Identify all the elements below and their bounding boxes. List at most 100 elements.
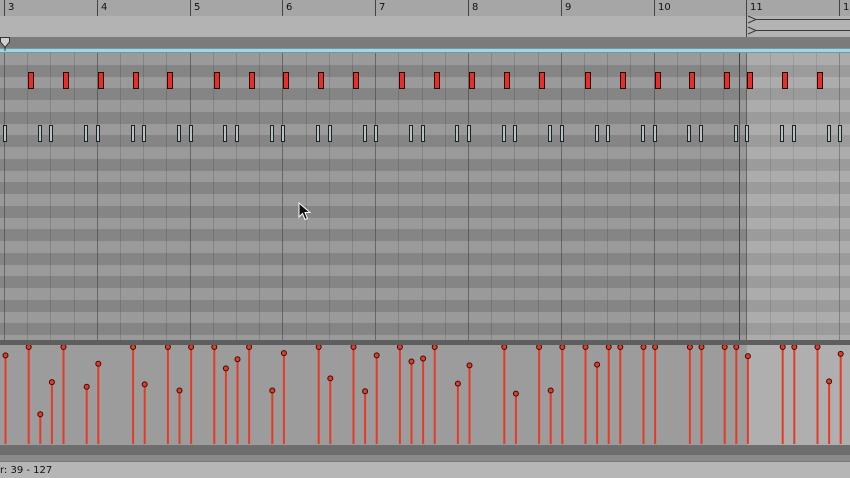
velocity-stem[interactable] xyxy=(837,350,844,444)
midi-note[interactable] xyxy=(502,125,506,142)
midi-note[interactable] xyxy=(653,125,657,142)
velocity-stem[interactable] xyxy=(350,345,357,444)
velocity-stem[interactable] xyxy=(269,387,276,444)
midi-note[interactable] xyxy=(281,125,285,142)
velocity-handle[interactable] xyxy=(466,362,473,369)
velocity-handle[interactable] xyxy=(188,345,195,350)
velocity-stem[interactable] xyxy=(83,383,90,444)
velocity-stem[interactable] xyxy=(234,356,241,444)
velocity-stem[interactable] xyxy=(362,388,369,444)
midi-note[interactable] xyxy=(745,125,749,142)
velocity-handle[interactable] xyxy=(280,350,287,357)
midi-note[interactable] xyxy=(167,72,173,89)
midi-note[interactable] xyxy=(142,125,146,142)
midi-note[interactable] xyxy=(399,72,405,89)
midi-note[interactable] xyxy=(28,72,34,89)
velocity-handle[interactable] xyxy=(791,345,798,350)
velocity-handle[interactable] xyxy=(721,345,728,350)
velocity-handle[interactable] xyxy=(130,345,137,350)
midi-note[interactable] xyxy=(504,72,510,89)
midi-note[interactable] xyxy=(98,72,104,89)
velocity-handle[interactable] xyxy=(733,345,740,350)
velocity-stem[interactable] xyxy=(130,345,137,444)
velocity-stem[interactable] xyxy=(536,345,543,444)
midi-note[interactable] xyxy=(467,125,471,142)
midi-note[interactable] xyxy=(620,72,626,89)
velocity-stem[interactable] xyxy=(779,345,786,444)
velocity-handle[interactable] xyxy=(60,345,67,350)
velocity-editor[interactable] xyxy=(0,345,850,445)
velocity-handle[interactable] xyxy=(617,345,624,350)
midi-note[interactable] xyxy=(96,125,100,142)
velocity-stem[interactable] xyxy=(48,379,55,444)
midi-note[interactable] xyxy=(328,125,332,142)
midi-note[interactable] xyxy=(838,125,842,142)
velocity-stem[interactable] xyxy=(547,387,554,444)
velocity-stem[interactable] xyxy=(222,365,229,444)
velocity-handle[interactable] xyxy=(582,345,589,350)
midi-note[interactable] xyxy=(513,125,517,142)
midi-note[interactable] xyxy=(38,125,42,142)
velocity-stem[interactable] xyxy=(594,361,601,444)
midi-note[interactable] xyxy=(724,72,730,89)
velocity-stem[interactable] xyxy=(512,390,519,444)
velocity-handle[interactable] xyxy=(536,345,543,350)
midi-note[interactable] xyxy=(827,125,831,142)
velocity-stem[interactable] xyxy=(686,345,693,444)
midi-note[interactable] xyxy=(189,125,193,142)
midi-note[interactable] xyxy=(455,125,459,142)
velocity-stem[interactable] xyxy=(327,375,334,444)
velocity-handle[interactable] xyxy=(164,345,171,350)
midi-note[interactable] xyxy=(374,125,378,142)
velocity-handle[interactable] xyxy=(25,345,32,350)
clip-end-marker-icon[interactable] xyxy=(746,12,850,37)
midi-note[interactable] xyxy=(316,125,320,142)
velocity-handle[interactable] xyxy=(420,355,427,362)
loop-brace-strip[interactable] xyxy=(0,16,850,38)
velocity-stem[interactable] xyxy=(454,380,461,444)
velocity-handle[interactable] xyxy=(48,379,55,386)
midi-note[interactable] xyxy=(595,125,599,142)
midi-note[interactable] xyxy=(792,125,796,142)
midi-note[interactable] xyxy=(223,125,227,142)
midi-note[interactable] xyxy=(689,72,695,89)
velocity-handle[interactable] xyxy=(396,345,403,350)
velocity-handle[interactable] xyxy=(95,360,102,367)
velocity-stem[interactable] xyxy=(176,387,183,444)
velocity-handle[interactable] xyxy=(176,387,183,394)
velocity-stem[interactable] xyxy=(37,411,44,444)
velocity-stem[interactable] xyxy=(408,358,415,444)
velocity-handle[interactable] xyxy=(350,345,357,350)
velocity-stem[interactable] xyxy=(744,353,751,444)
velocity-handle[interactable] xyxy=(234,356,241,363)
velocity-stem[interactable] xyxy=(2,352,9,444)
midi-note[interactable] xyxy=(434,72,440,89)
midi-note[interactable] xyxy=(687,125,691,142)
velocity-handle[interactable] xyxy=(512,390,519,397)
midi-note[interactable] xyxy=(133,72,139,89)
midi-note[interactable] xyxy=(469,72,475,89)
velocity-stem[interactable] xyxy=(559,345,566,444)
velocity-stem[interactable] xyxy=(420,355,427,444)
velocity-handle[interactable] xyxy=(652,345,659,350)
midi-note[interactable] xyxy=(63,72,69,89)
velocity-stem[interactable] xyxy=(188,345,195,444)
velocity-stem[interactable] xyxy=(582,345,589,444)
velocity-stem[interactable] xyxy=(431,345,438,444)
velocity-handle[interactable] xyxy=(2,352,9,359)
velocity-handle[interactable] xyxy=(431,345,438,350)
velocity-handle[interactable] xyxy=(141,381,148,388)
velocity-stem[interactable] xyxy=(246,345,253,444)
velocity-stem[interactable] xyxy=(466,362,473,444)
velocity-stem[interactable] xyxy=(141,381,148,444)
velocity-stem[interactable] xyxy=(698,345,705,444)
velocity-handle[interactable] xyxy=(594,361,601,368)
velocity-handle[interactable] xyxy=(698,345,705,350)
midi-note[interactable] xyxy=(655,72,661,89)
velocity-handle[interactable] xyxy=(362,388,369,395)
velocity-handle[interactable] xyxy=(837,350,844,357)
velocity-stem[interactable] xyxy=(640,345,647,444)
velocity-handle[interactable] xyxy=(37,411,44,418)
velocity-handle[interactable] xyxy=(211,345,218,350)
midi-note[interactable] xyxy=(283,72,289,89)
